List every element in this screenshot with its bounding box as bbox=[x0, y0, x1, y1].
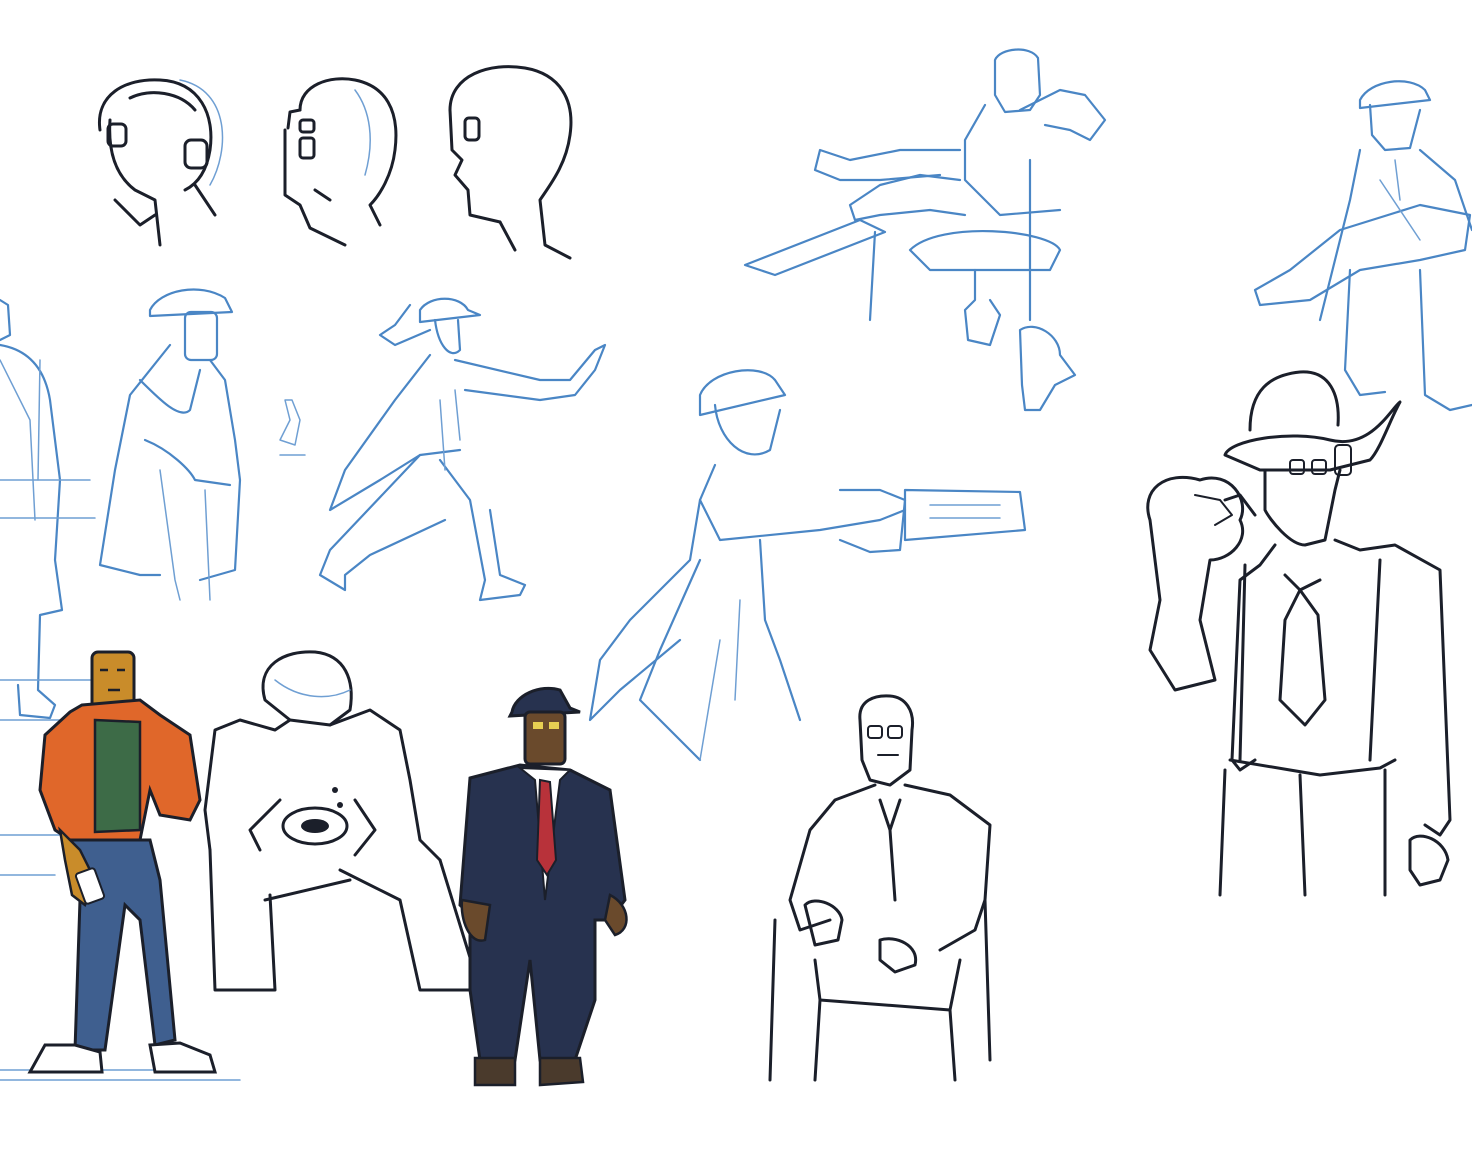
paper-background bbox=[0, 0, 1472, 1152]
character-sketch-sheet bbox=[0, 0, 1472, 1152]
